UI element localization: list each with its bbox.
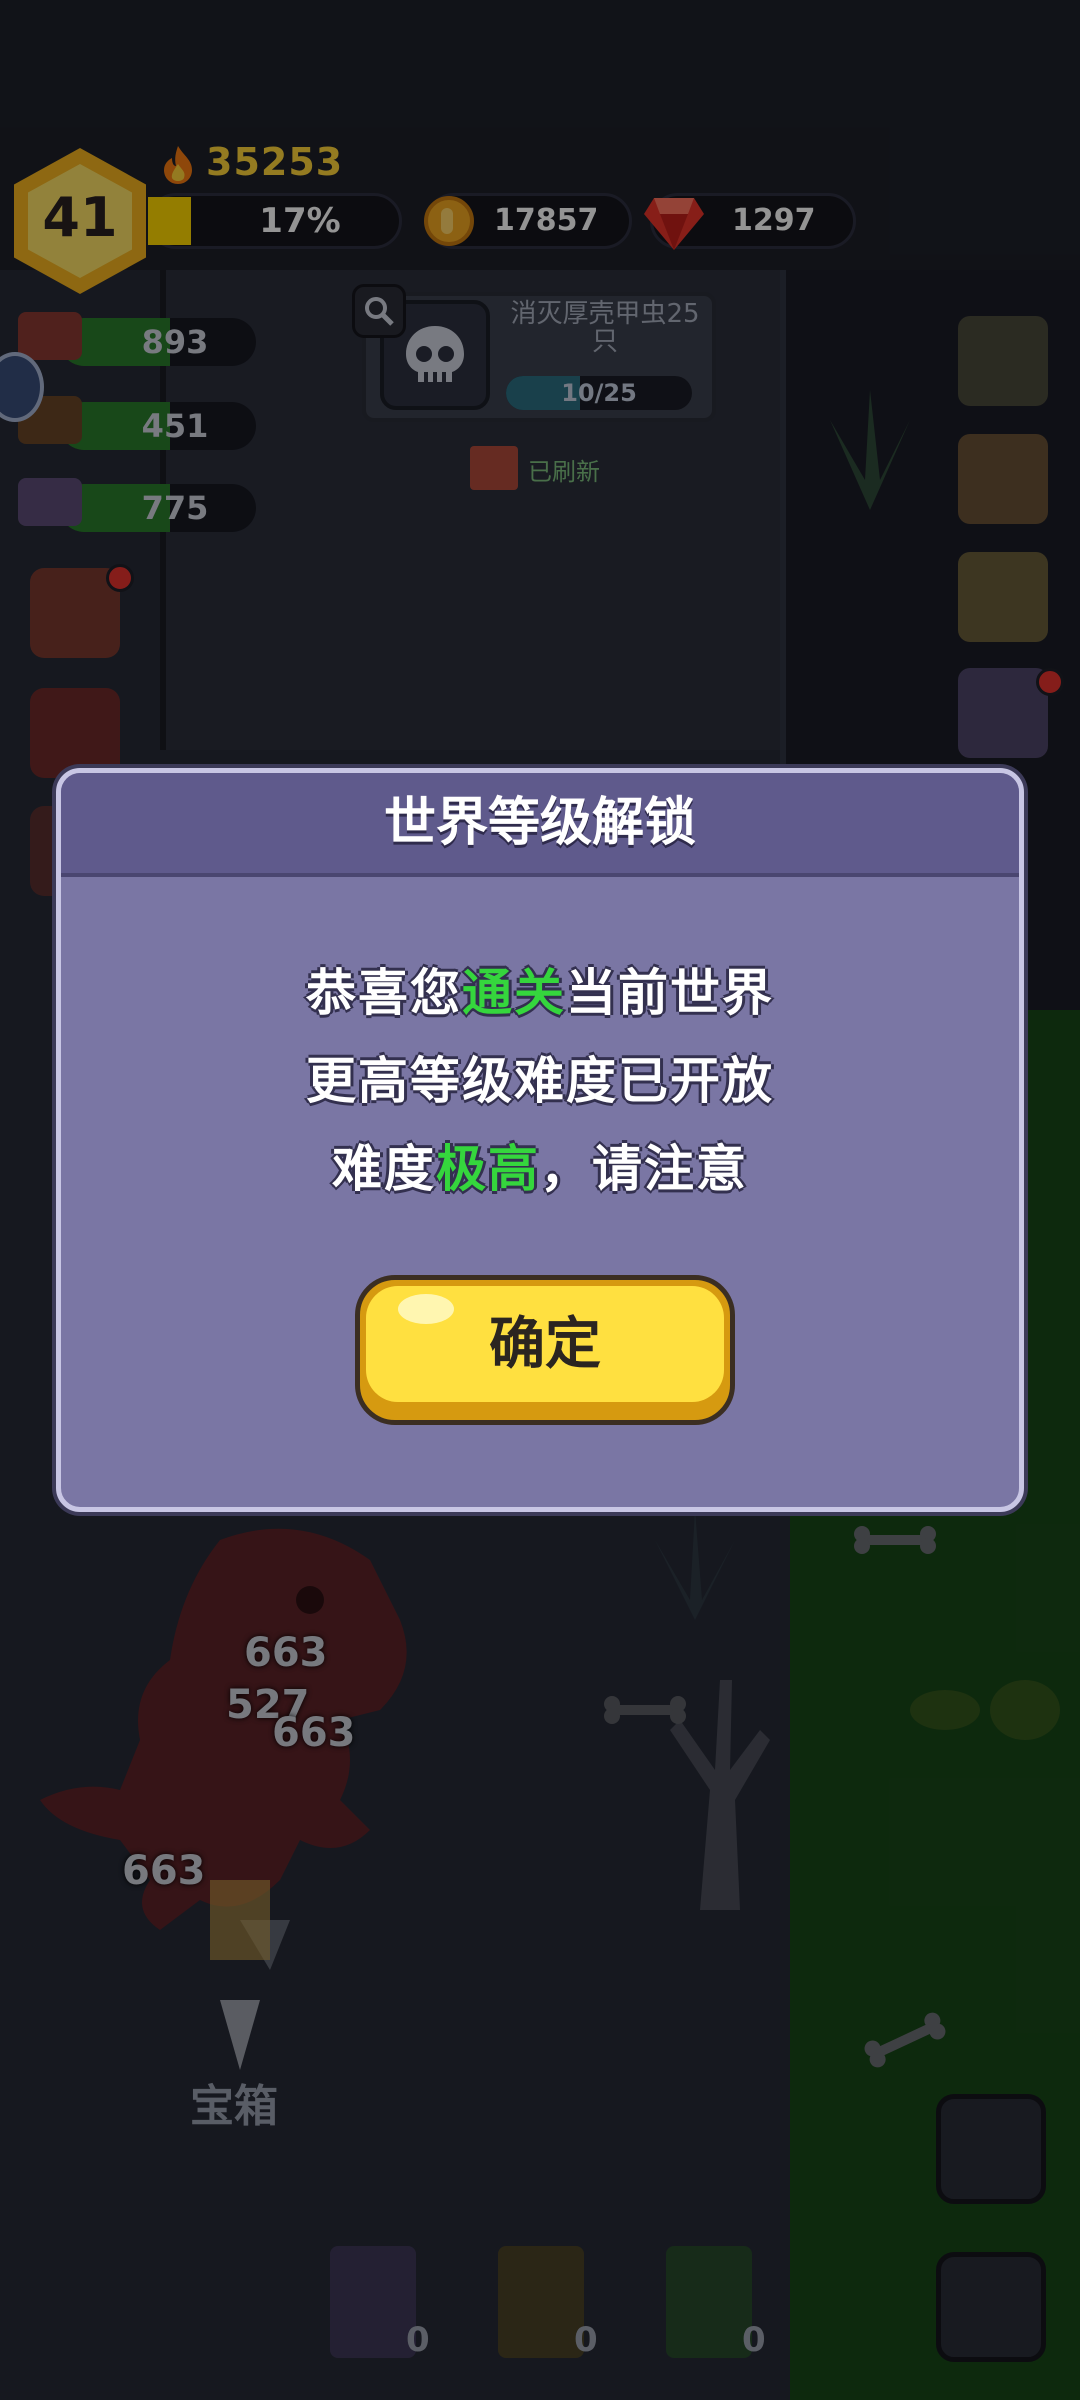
world-level-unlock-dialog: 世界等级解锁 恭喜您通关当前世界 更高等级难度已开放 难度极高，请注意 确定 bbox=[56, 768, 1024, 1512]
message-text: ，请注意 bbox=[540, 1140, 748, 1198]
message-text: 恭喜您 bbox=[306, 964, 462, 1022]
message-highlight: 通关 bbox=[462, 964, 566, 1022]
message-line-2: 更高等级难度已开放 bbox=[306, 1052, 774, 1110]
confirm-button[interactable]: 确定 bbox=[355, 1275, 735, 1425]
message-text: 当前世界 bbox=[566, 964, 774, 1022]
message-line-3: 难度极高，请注意 bbox=[61, 1129, 1019, 1201]
confirm-button-label: 确定 bbox=[489, 1312, 601, 1377]
message-highlight: 极高 bbox=[436, 1140, 540, 1198]
dialog-title: 世界等级解锁 bbox=[383, 793, 696, 853]
message-line-1: 恭喜您通关当前世界 bbox=[61, 953, 1019, 1025]
message-text: 难度 bbox=[332, 1140, 436, 1198]
